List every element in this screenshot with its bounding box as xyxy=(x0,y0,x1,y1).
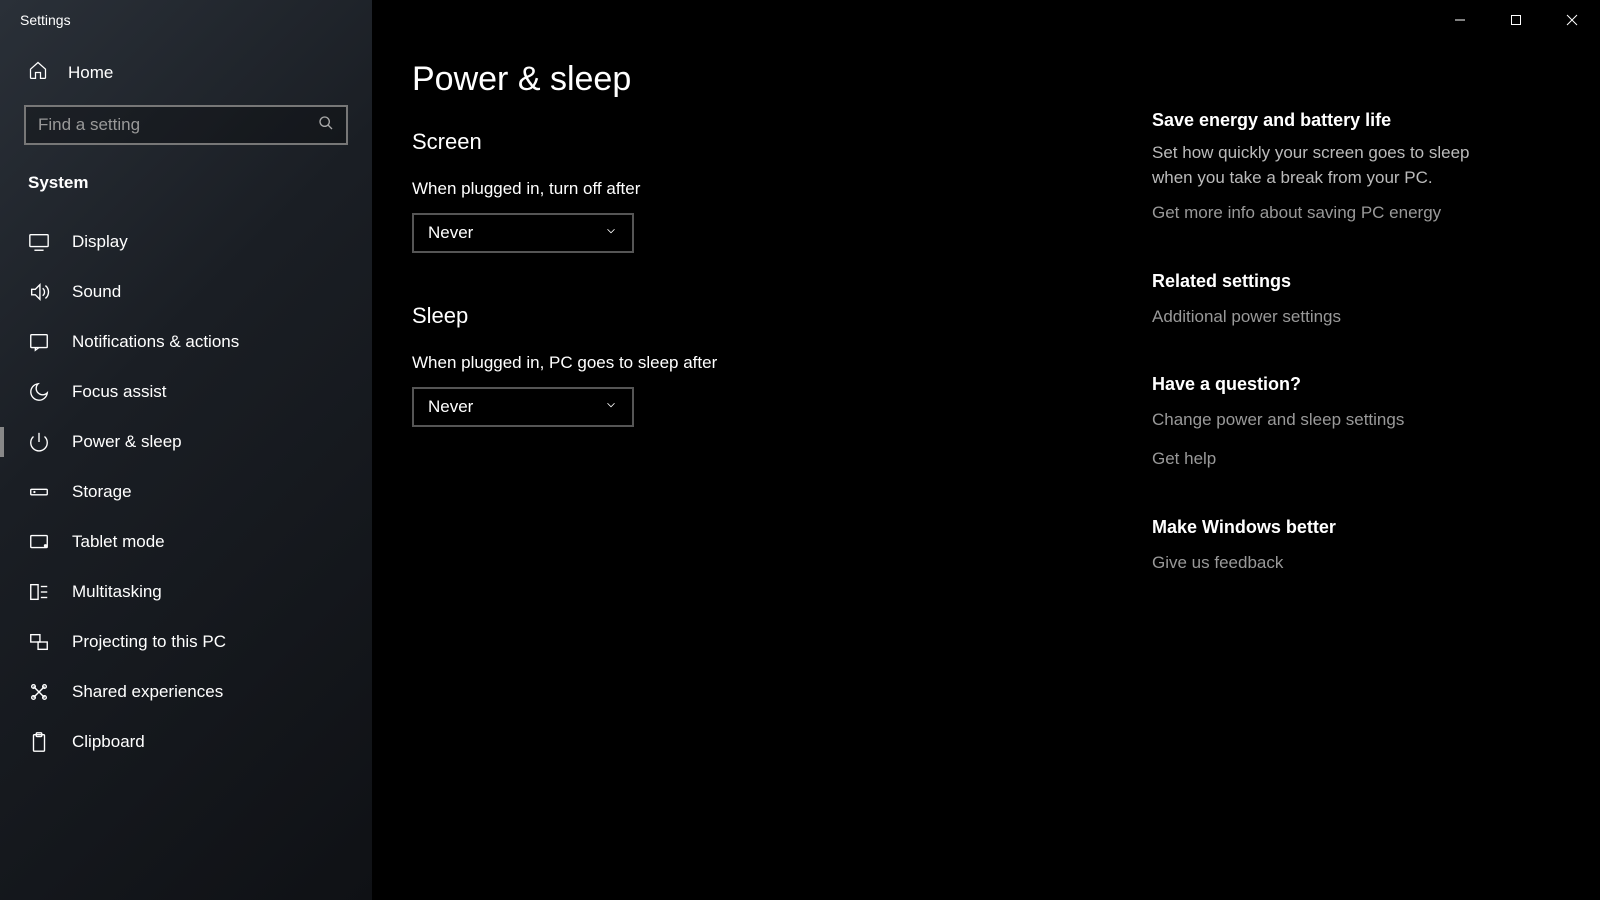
sidebar-nav: Display Sound Notifications & actions Fo… xyxy=(0,217,372,767)
home-label: Home xyxy=(68,63,113,83)
display-icon xyxy=(28,231,50,253)
sidebar-item-notifications[interactable]: Notifications & actions xyxy=(0,317,372,367)
window-title: Settings xyxy=(0,12,71,28)
home-button[interactable]: Home xyxy=(0,40,372,105)
aside-question-heading: Have a question? xyxy=(1152,374,1472,395)
sidebar-item-focus-assist[interactable]: Focus assist xyxy=(0,367,372,417)
sidebar-item-shared-experiences[interactable]: Shared experiences xyxy=(0,667,372,717)
sidebar-item-label: Shared experiences xyxy=(72,682,223,702)
search-container xyxy=(0,105,372,163)
chevron-down-icon xyxy=(604,397,618,417)
sidebar-item-storage[interactable]: Storage xyxy=(0,467,372,517)
maximize-button[interactable] xyxy=(1488,0,1544,40)
sidebar-item-label: Multitasking xyxy=(72,582,162,602)
chevron-down-icon xyxy=(604,223,618,243)
search-icon xyxy=(318,115,334,136)
search-box[interactable] xyxy=(24,105,348,145)
main-content: Power & sleep Screen When plugged in, tu… xyxy=(372,0,1600,900)
sidebar-item-label: Clipboard xyxy=(72,732,145,752)
aside-energy-heading: Save energy and battery life xyxy=(1152,110,1472,131)
sidebar-item-tablet-mode[interactable]: Tablet mode xyxy=(0,517,372,567)
screen-heading: Screen xyxy=(412,129,1112,155)
sidebar-item-label: Sound xyxy=(72,282,121,302)
sound-icon xyxy=(28,281,50,303)
focus-assist-icon xyxy=(28,381,50,403)
sidebar-item-label: Focus assist xyxy=(72,382,166,402)
power-icon xyxy=(28,431,50,453)
sidebar-item-multitasking[interactable]: Multitasking xyxy=(0,567,372,617)
aside-related-link[interactable]: Additional power settings xyxy=(1152,302,1472,333)
storage-icon xyxy=(28,481,50,503)
search-input[interactable] xyxy=(38,115,318,135)
sidebar-item-label: Display xyxy=(72,232,128,252)
sidebar-item-display[interactable]: Display xyxy=(0,217,372,267)
aside-question: Have a question? Change power and sleep … xyxy=(1152,374,1472,474)
sidebar-item-power-sleep[interactable]: Power & sleep xyxy=(0,417,372,467)
window-controls xyxy=(1432,0,1600,40)
aside-related-heading: Related settings xyxy=(1152,271,1472,292)
page-title: Power & sleep xyxy=(412,60,1112,99)
clipboard-icon xyxy=(28,731,50,753)
maximize-icon xyxy=(1510,14,1522,26)
titlebar: Settings xyxy=(0,0,1600,40)
aside-question-link-1[interactable]: Change power and sleep settings xyxy=(1152,405,1472,436)
screen-timeout-value: Never xyxy=(428,223,473,243)
sidebar-item-clipboard[interactable]: Clipboard xyxy=(0,717,372,767)
sidebar-item-label: Notifications & actions xyxy=(72,332,239,352)
sleep-section: Sleep When plugged in, PC goes to sleep … xyxy=(412,303,1112,427)
close-button[interactable] xyxy=(1544,0,1600,40)
screen-timeout-dropdown[interactable]: Never xyxy=(412,213,634,253)
aside-energy-link[interactable]: Get more info about saving PC energy xyxy=(1152,198,1472,229)
sidebar: Home System Display Sound Notifications … xyxy=(0,0,372,900)
home-icon xyxy=(28,60,48,85)
aside-better-link[interactable]: Give us feedback xyxy=(1152,548,1472,579)
tablet-icon xyxy=(28,531,50,553)
aside-better: Make Windows better Give us feedback xyxy=(1152,517,1472,579)
sleep-field-label: When plugged in, PC goes to sleep after xyxy=(412,353,1112,373)
aside-related: Related settings Additional power settin… xyxy=(1152,271,1472,333)
aside-energy: Save energy and battery life Set how qui… xyxy=(1152,110,1472,229)
content-column: Power & sleep Screen When plugged in, tu… xyxy=(412,60,1112,900)
sidebar-item-label: Projecting to this PC xyxy=(72,632,226,652)
shared-experiences-icon xyxy=(28,681,50,703)
close-icon xyxy=(1566,14,1578,26)
sidebar-item-sound[interactable]: Sound xyxy=(0,267,372,317)
screen-field-label: When plugged in, turn off after xyxy=(412,179,1112,199)
sleep-timeout-dropdown[interactable]: Never xyxy=(412,387,634,427)
sleep-timeout-value: Never xyxy=(428,397,473,417)
aside-column: Save energy and battery life Set how qui… xyxy=(1152,60,1472,900)
notifications-icon xyxy=(28,331,50,353)
sidebar-category: System xyxy=(0,163,372,217)
minimize-icon xyxy=(1454,14,1466,26)
aside-question-link-2[interactable]: Get help xyxy=(1152,444,1472,475)
multitasking-icon xyxy=(28,581,50,603)
projecting-icon xyxy=(28,631,50,653)
sleep-heading: Sleep xyxy=(412,303,1112,329)
sidebar-item-projecting[interactable]: Projecting to this PC xyxy=(0,617,372,667)
sidebar-item-label: Tablet mode xyxy=(72,532,165,552)
screen-section: Screen When plugged in, turn off after N… xyxy=(412,129,1112,253)
minimize-button[interactable] xyxy=(1432,0,1488,40)
aside-better-heading: Make Windows better xyxy=(1152,517,1472,538)
aside-energy-text: Set how quickly your screen goes to slee… xyxy=(1152,141,1472,190)
sidebar-item-label: Storage xyxy=(72,482,132,502)
sidebar-item-label: Power & sleep xyxy=(72,432,182,452)
